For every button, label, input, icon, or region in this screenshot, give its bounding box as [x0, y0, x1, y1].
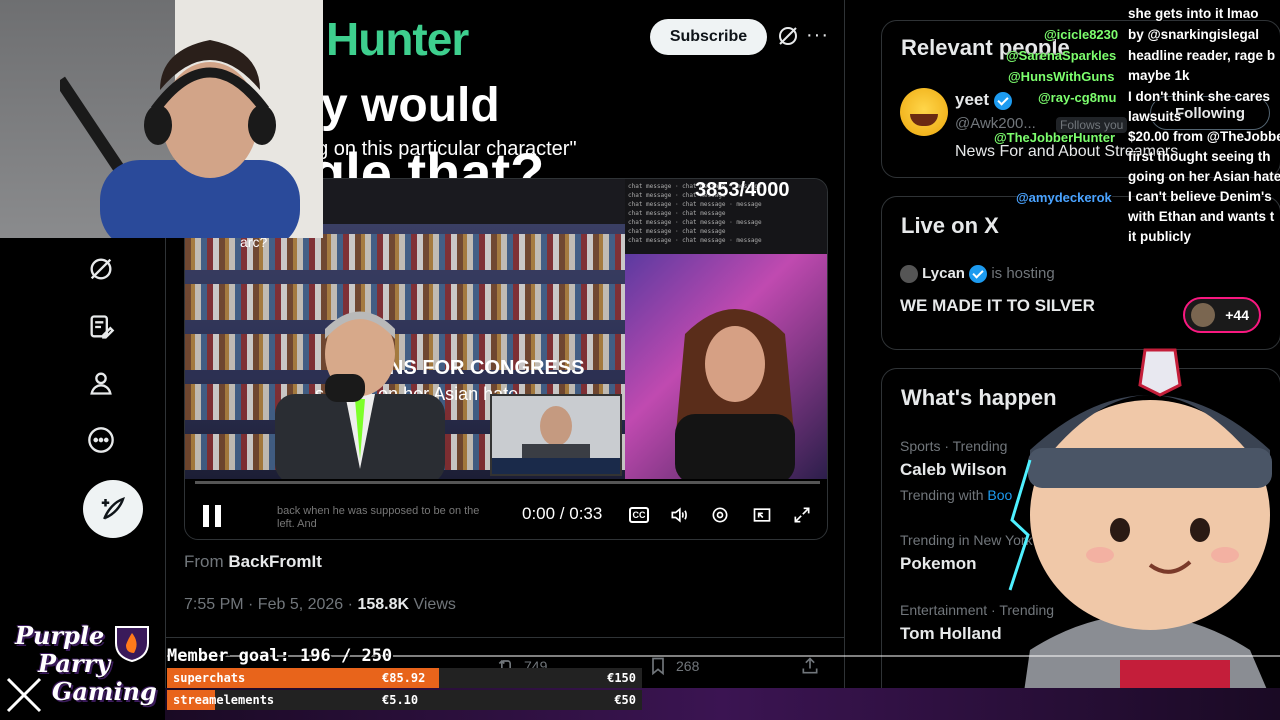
- captions-icon[interactable]: CC: [629, 507, 649, 523]
- trend-extra: Trending with Boo: [900, 487, 1012, 503]
- brand-line-1: Purple: [15, 621, 105, 650]
- like-button[interactable]: 268: [648, 656, 699, 676]
- donation-label: streamelements: [173, 693, 275, 707]
- laughing-emoji-avatar[interactable]: [900, 88, 948, 136]
- host-avatar: [900, 265, 918, 284]
- video-caption: back when he was supposed to be on the l…: [277, 505, 480, 530]
- donation-target: €150: [607, 671, 636, 685]
- post-timestamp[interactable]: 7:55 PM · Feb 5, 2026 ·: [184, 596, 353, 613]
- like-count: 268: [676, 658, 700, 674]
- post-meta: 7:55 PM · Feb 5, 2026 · 158.8K Views: [184, 596, 456, 614]
- chat-message: headline reader, rage b: [1128, 48, 1276, 63]
- chat-username: @icicle8230: [1044, 27, 1119, 42]
- stream-chat-overlay: @icicle8230 @SarenaSparkles @HunsWithGun…: [994, 0, 1280, 250]
- chat-message: she gets into it lmao: [1128, 6, 1259, 21]
- more-options-icon[interactable]: ···: [806, 24, 829, 47]
- listener-count-badge[interactable]: +44: [1183, 297, 1261, 333]
- crossed-swords-icon: [6, 677, 42, 713]
- chat-username: @ray-cg8mu: [1038, 90, 1117, 105]
- live-hosting-label: is hosting: [991, 265, 1055, 282]
- views-label: Views: [413, 596, 456, 613]
- live-title: Live on X: [901, 213, 999, 238]
- member-goal: Member goal: 196 / 250: [167, 646, 393, 666]
- streamer-webcam: [0, 0, 323, 238]
- grok-icon[interactable]: [776, 24, 800, 48]
- trend-extra-prefix: Trending with: [900, 487, 988, 503]
- from-prefix: From: [184, 552, 224, 571]
- share-icon: [802, 657, 818, 674]
- donation-amount: €5.10: [382, 693, 419, 707]
- inset-image: [490, 394, 622, 476]
- compose-post-button[interactable]: [83, 480, 143, 538]
- live-stream-title[interactable]: WE MADE IT TO SILVER: [900, 296, 1095, 316]
- donation-amount: €85.92: [382, 671, 426, 685]
- settings-gear-icon[interactable]: [709, 504, 731, 526]
- chat-message: first thought seeing th: [1128, 149, 1271, 164]
- chat-message: with Ethan and wants t: [1128, 209, 1275, 224]
- chat-message: going on her Asian hate: [1128, 169, 1280, 184]
- fullscreen-icon[interactable]: [791, 504, 813, 526]
- headline-line-1: y would: [321, 79, 500, 132]
- mascot-character: [1008, 348, 1280, 720]
- chat-username: @HunsWithGuns: [1008, 69, 1115, 84]
- from-account-link[interactable]: BackFromIt: [228, 552, 322, 571]
- chat-message: I don't think she cares: [1128, 89, 1270, 104]
- divider: [166, 637, 844, 638]
- chat-username: @amydeckerok: [1016, 190, 1112, 205]
- share-button[interactable]: [800, 656, 820, 676]
- donation-target: €50: [614, 693, 636, 707]
- chat-message: by @snarkingislegal: [1128, 27, 1259, 42]
- lists-icon[interactable]: [84, 310, 118, 344]
- host-figure: [675, 309, 795, 484]
- chat-message: $20.00 from @TheJobbe: [1128, 129, 1280, 144]
- picture-in-picture-icon[interactable]: [751, 504, 773, 526]
- channel-logo: Purple Parry Gaming: [0, 615, 165, 720]
- trend-category: Sports · Trending: [900, 438, 1008, 454]
- speaker-figure: [275, 311, 445, 479]
- chat-message: maybe 1k: [1128, 68, 1190, 83]
- volume-icon[interactable]: [668, 504, 690, 526]
- brand-line-2: Parry: [38, 649, 111, 678]
- donation-label: superchats: [173, 671, 246, 685]
- bookmark-icon: [652, 657, 664, 676]
- chat-message: it publicly: [1128, 229, 1192, 244]
- streamer-figure: [60, 40, 300, 238]
- views-count: 158.8K: [357, 596, 410, 613]
- person-name[interactable]: yeet: [955, 90, 989, 109]
- video-source: From BackFromIt: [184, 552, 322, 572]
- pause-icon[interactable]: [203, 505, 223, 527]
- video-progress-bar[interactable]: [195, 481, 820, 484]
- grok-icon[interactable]: [84, 252, 118, 286]
- chat-username: @TheJobberHunter: [994, 130, 1116, 145]
- superchats-goal: superchats €85.92 €150: [167, 668, 642, 688]
- trend-name[interactable]: Pokemon: [900, 554, 977, 574]
- chat-message: I can't believe Denim's: [1128, 189, 1272, 204]
- streamelements-goal: streamelements €5.10 €50: [167, 690, 642, 710]
- headline-brand: Hunter: [326, 13, 469, 65]
- flame-shield-icon: [115, 626, 149, 663]
- subscribe-button[interactable]: Subscribe: [650, 19, 767, 55]
- live-host-row[interactable]: Lycan is hosting: [900, 265, 1055, 284]
- trend-name[interactable]: Tom Holland: [900, 624, 1002, 644]
- chat-message: lawsuits: [1128, 109, 1182, 124]
- video-timecode: 0:00 / 0:33: [522, 504, 603, 523]
- trend-name[interactable]: Caleb Wilson: [900, 460, 1007, 480]
- chat-username: @SarenaSparkles: [1006, 48, 1117, 63]
- verified-badge-icon: [969, 265, 988, 284]
- more-circle-icon[interactable]: [84, 423, 118, 457]
- profile-icon[interactable]: [84, 366, 118, 400]
- live-host-name[interactable]: Lycan: [922, 265, 965, 282]
- video-counter: 3853/4000: [695, 179, 790, 201]
- brand-line-3: Gaming: [52, 677, 157, 706]
- compose-feather-icon: [101, 497, 125, 520]
